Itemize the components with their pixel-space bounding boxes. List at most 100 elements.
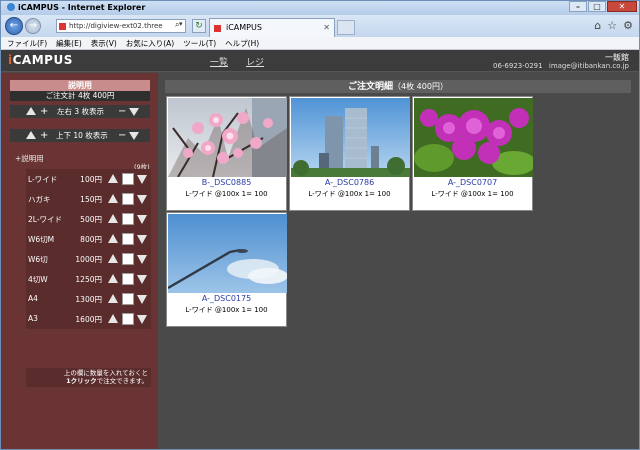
columns-control: + 左右 3 枚表示 −: [10, 105, 150, 118]
photo-filename-link[interactable]: B-_DSC0885: [167, 178, 286, 187]
qty-down-icon[interactable]: [137, 235, 147, 244]
title-bar: iCAMPUS - Internet Explorer – □ ✕: [1, 1, 639, 15]
size-name: W6切M: [28, 235, 55, 244]
qty-up-icon[interactable]: [108, 174, 118, 183]
qty-up-icon[interactable]: [108, 254, 118, 263]
rows-up-icon[interactable]: [26, 131, 36, 139]
size-name: L-ワイド: [28, 175, 58, 184]
menu-favorites[interactable]: お気に入り(A): [126, 37, 174, 49]
columns-label: 左右 3 枚表示: [57, 107, 105, 116]
size-price: 100円: [80, 175, 102, 184]
qty-down-icon[interactable]: [137, 175, 147, 184]
size-row: L-ワイド 100円: [26, 169, 151, 189]
site-header: iCAMPUS 一覧 レジ 一飯館 06-6923-0291 image@iti…: [1, 50, 639, 72]
size-name: 4切W: [28, 275, 48, 284]
home-icon[interactable]: ⌂: [594, 19, 601, 32]
photo-card[interactable]: B-_DSC0885 L-ワイド @100x 1= 100: [166, 96, 287, 211]
tab-close-icon[interactable]: ✕: [323, 19, 330, 37]
address-url: http://digiview-ext02.three: [69, 22, 163, 30]
maximize-button[interactable]: □: [588, 1, 606, 12]
rows-label: 上下 10 枚表示: [56, 131, 108, 140]
sidebar-title: 説明用: [10, 80, 150, 91]
browser-tools: ⌂ ☆ ⚙: [594, 19, 633, 32]
photo-card[interactable]: A-_DSC0175 L-ワイド @100x 1= 100: [166, 212, 287, 327]
qty-up-icon[interactable]: [108, 214, 118, 223]
size-price: 1300円: [75, 295, 102, 304]
rows-plus-button[interactable]: +: [40, 129, 48, 142]
menu-edit[interactable]: 編集(E): [56, 37, 82, 49]
menu-help[interactable]: ヘルプ(H): [225, 37, 259, 49]
size-row: A4 1300円: [26, 289, 151, 309]
qty-up-icon[interactable]: [108, 314, 118, 323]
photo-order-info: L-ワイド @100x 1= 100: [185, 190, 268, 198]
columns-plus-button[interactable]: +: [40, 105, 48, 118]
refresh-button[interactable]: ↻: [192, 19, 206, 33]
photo-card[interactable]: A-_DSC0786 L-ワイド @100x 1= 100: [289, 96, 410, 211]
new-tab-button[interactable]: [337, 20, 355, 35]
qty-down-icon[interactable]: [137, 255, 147, 264]
photo-card[interactable]: A-_DSC0707 L-ワイド @100x 1= 100: [412, 96, 533, 211]
photo-filename-link[interactable]: A-_DSC0707: [413, 178, 532, 187]
qty-down-icon[interactable]: [137, 195, 147, 204]
help-link[interactable]: +説明用: [15, 153, 44, 164]
qty-up-icon[interactable]: [108, 194, 118, 203]
menu-bar: ファイル(F) 編集(E) 表示(V) お気に入り(A) ツール(T) ヘルプ(…: [1, 37, 639, 50]
shop-email: image@itibankan.co.jp: [548, 62, 629, 70]
settings-gear-icon[interactable]: ⚙: [623, 19, 633, 32]
tab-title: iCAMPUS: [226, 23, 262, 32]
back-button[interactable]: ←: [5, 17, 23, 35]
site-logo[interactable]: iCAMPUS: [8, 53, 73, 67]
qty-input[interactable]: [122, 173, 134, 185]
forward-button[interactable]: →: [25, 18, 41, 34]
photo-thumbnail[interactable]: [291, 98, 410, 177]
size-row: W6切 1000円: [26, 249, 151, 269]
window-controls: – □ ✕: [568, 1, 637, 12]
size-name: A4: [28, 294, 38, 303]
photo-thumbnail[interactable]: [168, 98, 287, 177]
photo-filename-link[interactable]: A-_DSC0786: [290, 178, 409, 187]
columns-down-icon[interactable]: [129, 108, 139, 116]
menu-view[interactable]: 表示(V): [91, 37, 117, 49]
one-click-note: 上の欄に数量を入れておくと 1クリックで注文できます。: [26, 368, 151, 387]
qty-input[interactable]: [122, 233, 134, 245]
photo-thumbnail[interactable]: [168, 214, 287, 293]
photo-thumbnail[interactable]: [414, 98, 533, 177]
order-detail-title: ご注文明細（4枚 400円）: [165, 80, 631, 93]
print-size-list: L-ワイド 100円 ハガキ 150円 2L-ワイド 500円 W6切M 800…: [26, 169, 151, 329]
rows-minus-button[interactable]: −: [118, 129, 126, 142]
qty-down-icon[interactable]: [137, 215, 147, 224]
qty-up-icon[interactable]: [108, 274, 118, 283]
qty-input[interactable]: [122, 213, 134, 225]
address-dropdown-icon[interactable]: ▾: [179, 20, 183, 28]
qty-input[interactable]: [122, 273, 134, 285]
qty-input[interactable]: [122, 193, 134, 205]
size-name: A3: [28, 314, 38, 323]
nav-register-link[interactable]: レジ: [246, 55, 264, 68]
columns-minus-button[interactable]: −: [118, 105, 126, 118]
qty-down-icon[interactable]: [137, 275, 147, 284]
address-bar[interactable]: http://digiview-ext02.three: [56, 19, 186, 33]
close-button[interactable]: ✕: [607, 1, 637, 12]
browser-tab[interactable]: iCAMPUS ✕: [209, 18, 335, 37]
menu-tools[interactable]: ツール(T): [183, 37, 216, 49]
qty-input[interactable]: [122, 313, 134, 325]
minimize-button[interactable]: –: [569, 1, 587, 12]
qty-down-icon[interactable]: [137, 315, 147, 324]
rows-control: + 上下 10 枚表示 −: [10, 129, 150, 142]
favorites-star-icon[interactable]: ☆: [607, 19, 617, 32]
qty-up-icon[interactable]: [108, 234, 118, 243]
nav-list-link[interactable]: 一覧: [210, 55, 228, 68]
qty-input[interactable]: [122, 253, 134, 265]
photo-filename-link[interactable]: A-_DSC0175: [167, 294, 286, 303]
qty-input[interactable]: [122, 293, 134, 305]
size-row: A3 1600円: [26, 309, 151, 329]
qty-up-icon[interactable]: [108, 294, 118, 303]
menu-file[interactable]: ファイル(F): [7, 37, 47, 49]
qty-down-icon[interactable]: [137, 295, 147, 304]
rows-down-icon[interactable]: [129, 132, 139, 140]
size-row: 2L-ワイド 500円: [26, 209, 151, 229]
columns-up-icon[interactable]: [26, 107, 36, 115]
size-price: 1600円: [75, 315, 102, 324]
order-total: ご注文計 4枚 400円: [10, 91, 150, 101]
size-price: 150円: [80, 195, 102, 204]
